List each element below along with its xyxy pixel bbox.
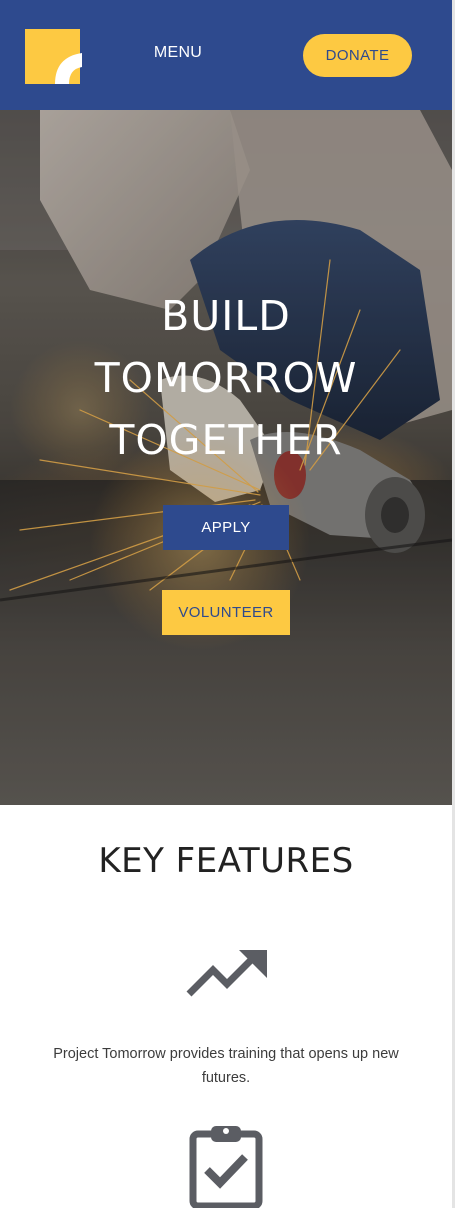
key-features-heading: KEY FEATURES	[98, 841, 354, 881]
menu-button[interactable]: MENU	[150, 42, 206, 64]
trending-up-icon	[185, 948, 269, 1000]
brand-logo-icon[interactable]	[25, 29, 83, 85]
hero-title-line: TOGETHER	[109, 416, 343, 464]
page: MENU DONATE BUILD TOMORROW TOGETHER APPL…	[0, 0, 455, 1208]
site-header: MENU DONATE	[0, 0, 452, 110]
feature-description: Project Tomorrow provides training that …	[53, 1046, 399, 1086]
hero-section: BUILD TOMORROW TOGETHER APPLY VOLUNTEER	[0, 110, 452, 805]
volunteer-button[interactable]: VOLUNTEER	[162, 590, 290, 635]
hero-title-line: TOMORROW	[94, 354, 358, 402]
clipboard-check-icon	[189, 1122, 265, 1208]
apply-button[interactable]: APPLY	[163, 505, 289, 550]
hero-title-line: BUILD	[161, 292, 291, 340]
hero-title: BUILD TOMORROW TOGETHER	[0, 285, 452, 471]
donate-button[interactable]: DONATE	[303, 34, 412, 77]
